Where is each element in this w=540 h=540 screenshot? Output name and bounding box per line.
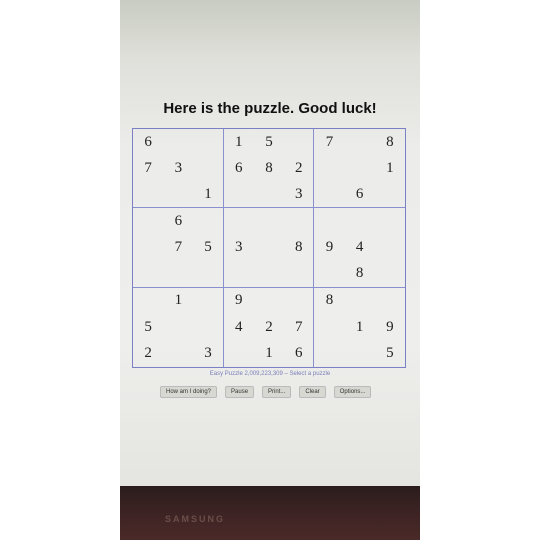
- sudoku-cell[interactable]: [284, 261, 315, 288]
- sudoku-cell[interactable]: [253, 182, 285, 209]
- sudoku-cell[interactable]: [163, 341, 193, 367]
- sudoku-cell[interactable]: [254, 208, 284, 234]
- sudoku-cell[interactable]: 2: [133, 341, 163, 367]
- sudoku-cell[interactable]: [193, 155, 224, 182]
- sudoku-cell[interactable]: 9: [375, 314, 405, 340]
- sudoku-cell[interactable]: [193, 208, 224, 235]
- monitor-bezel: SAMSUNG: [120, 486, 420, 540]
- control-buttons: How am I doing? Pause Print... Clear Opt…: [160, 386, 390, 398]
- sudoku-cell[interactable]: 1: [345, 314, 375, 340]
- sudoku-cell[interactable]: 7: [163, 235, 193, 261]
- sudoku-cell[interactable]: [374, 261, 405, 288]
- sudoku-cell[interactable]: [133, 208, 163, 234]
- puzzle-info-link[interactable]: Easy Puzzle 2,009,223,309 – Select a puz…: [120, 371, 420, 377]
- sudoku-cell[interactable]: [314, 261, 345, 288]
- sudoku-cell[interactable]: 2: [254, 314, 284, 340]
- sudoku-cell[interactable]: 3: [284, 181, 315, 209]
- sudoku-cell[interactable]: [253, 261, 285, 288]
- sudoku-board: 615787368211366753894819854271923165: [132, 128, 406, 368]
- sudoku-cell[interactable]: [254, 288, 284, 314]
- sudoku-cell[interactable]: [314, 182, 345, 209]
- page-title: Here is the puzzle. Good luck!: [163, 100, 377, 117]
- photo-frame: Here is the puzzle. Good luck! 615787368…: [120, 0, 420, 540]
- print-button[interactable]: Print...: [262, 386, 292, 398]
- sudoku-cell[interactable]: 1: [224, 129, 254, 155]
- sudoku-cell[interactable]: 6: [133, 129, 163, 155]
- sudoku-cell[interactable]: [254, 235, 284, 261]
- sudoku-cell[interactable]: [375, 235, 405, 261]
- sudoku-cell[interactable]: [284, 287, 315, 315]
- sudoku-cell[interactable]: 8: [254, 155, 284, 181]
- sudoku-cell[interactable]: [163, 129, 193, 155]
- sudoku-cell[interactable]: [374, 182, 405, 209]
- sudoku-cell[interactable]: 3: [163, 155, 193, 181]
- sudoku-cell[interactable]: 2: [284, 155, 315, 182]
- sudoku-cell[interactable]: [133, 182, 164, 209]
- sudoku-cell[interactable]: [314, 314, 344, 340]
- clear-button[interactable]: Clear: [299, 386, 326, 398]
- sudoku-cell[interactable]: 8: [344, 261, 375, 288]
- sudoku-cell[interactable]: [284, 129, 315, 156]
- sudoku-cell[interactable]: [284, 208, 315, 235]
- sudoku-cell[interactable]: 6: [163, 208, 193, 234]
- sudoku-cell[interactable]: [193, 287, 224, 315]
- sudoku-cell[interactable]: [314, 208, 344, 234]
- sudoku-cell[interactable]: 8: [314, 288, 344, 314]
- options-button[interactable]: Options...: [333, 386, 372, 398]
- sudoku-cell[interactable]: 6: [284, 340, 315, 367]
- sudoku-cell[interactable]: [163, 314, 193, 340]
- sudoku-cell[interactable]: [345, 288, 375, 314]
- sudoku-cell[interactable]: [375, 208, 405, 234]
- sudoku-cell[interactable]: [163, 182, 194, 209]
- sudoku-cell[interactable]: 5: [193, 234, 224, 262]
- sudoku-cell[interactable]: 5: [254, 129, 284, 155]
- monitor-brand-logo: SAMSUNG: [165, 514, 226, 524]
- monitor-screen: Here is the puzzle. Good luck! 615787368…: [120, 0, 420, 490]
- sudoku-cell[interactable]: [314, 155, 344, 181]
- sudoku-cell[interactable]: 8: [284, 234, 315, 262]
- sudoku-cell[interactable]: 9: [224, 288, 254, 314]
- sudoku-cell[interactable]: 5: [133, 314, 163, 340]
- sudoku-cell[interactable]: 9: [314, 235, 344, 261]
- sudoku-cell[interactable]: [224, 208, 254, 234]
- sudoku-cell[interactable]: [345, 129, 375, 155]
- sudoku-cell[interactable]: 4: [345, 235, 375, 261]
- sudoku-cell[interactable]: [163, 261, 194, 288]
- sudoku-cell[interactable]: [133, 235, 163, 261]
- sudoku-cell[interactable]: 7: [284, 314, 315, 341]
- sudoku-cell[interactable]: 6: [344, 182, 375, 209]
- sudoku-cell[interactable]: [133, 261, 164, 288]
- sudoku-cell[interactable]: [223, 182, 254, 209]
- sudoku-cell[interactable]: 1: [254, 341, 284, 367]
- sudoku-cell[interactable]: [133, 288, 163, 314]
- sudoku-cell[interactable]: 1: [193, 181, 224, 209]
- sudoku-cell[interactable]: 1: [163, 288, 193, 314]
- sudoku-cell[interactable]: [345, 341, 375, 367]
- pause-button[interactable]: Pause: [225, 386, 255, 398]
- sudoku-cell[interactable]: [314, 341, 344, 367]
- sudoku-cell[interactable]: 6: [224, 155, 254, 181]
- sudoku-cell[interactable]: 8: [375, 129, 405, 155]
- sudoku-cell[interactable]: 3: [224, 235, 254, 261]
- sudoku-cell[interactable]: [193, 314, 224, 341]
- sudoku-cell[interactable]: [193, 261, 224, 288]
- sudoku-cell[interactable]: 4: [224, 314, 254, 340]
- sudoku-cell[interactable]: 1: [375, 155, 405, 181]
- sudoku-cell[interactable]: 3: [193, 340, 224, 367]
- sudoku-cell[interactable]: [345, 208, 375, 234]
- sudoku-cell[interactable]: [345, 155, 375, 181]
- sudoku-cell[interactable]: 7: [314, 129, 344, 155]
- how-am-i-doing-button[interactable]: How am I doing?: [160, 386, 218, 398]
- sudoku-cell[interactable]: [375, 288, 405, 314]
- sudoku-cell[interactable]: [223, 261, 254, 288]
- sudoku-cell[interactable]: [224, 341, 254, 367]
- sudoku-cell[interactable]: [193, 129, 224, 156]
- sudoku-cell[interactable]: 7: [133, 155, 163, 181]
- sudoku-cell[interactable]: 5: [375, 341, 405, 367]
